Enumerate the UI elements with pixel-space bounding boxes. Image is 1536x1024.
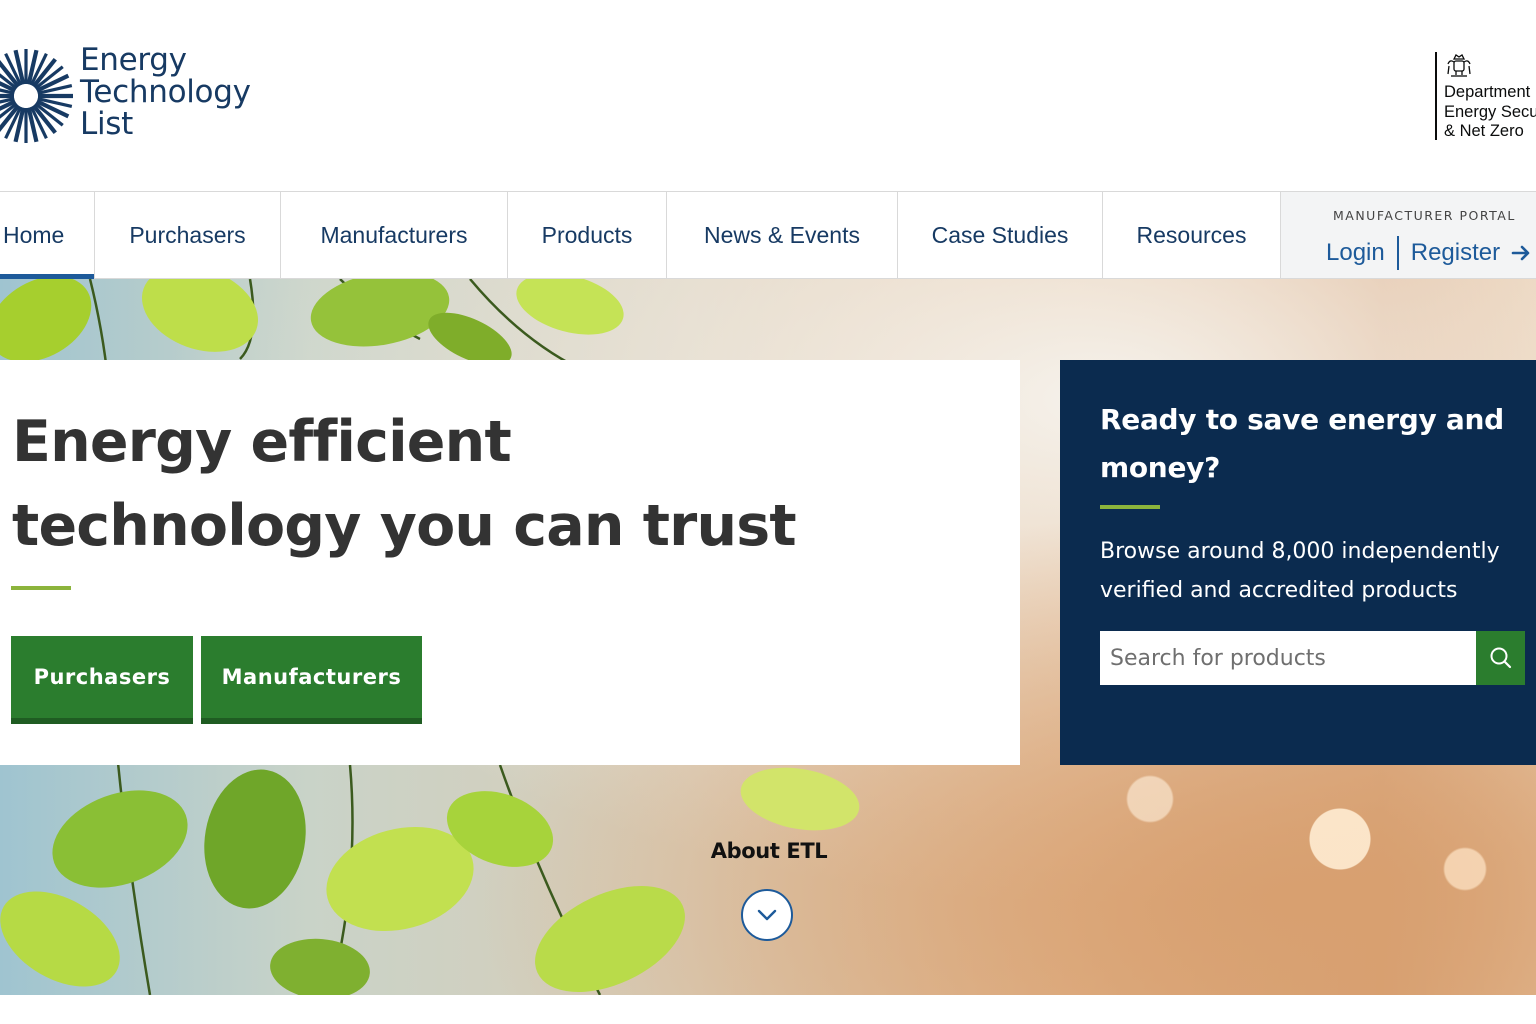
etl-logo[interactable]: Energy Technology List	[0, 44, 251, 148]
nav-case-studies-label: Case Studies	[931, 221, 1069, 248]
hero-title: Energy efficient technology you can trus…	[12, 400, 797, 568]
arrow-right-icon	[1511, 245, 1530, 261]
about-etl-label[interactable]: About ETL	[0, 839, 1536, 863]
dept-logo[interactable]: Department Energy Secu & Net Zero	[1435, 52, 1536, 140]
purchasers-button-label: Purchasers	[33, 665, 171, 689]
portal-divider	[1396, 236, 1399, 270]
royal-crest-icon	[1447, 54, 1471, 77]
register-label: Register	[1410, 239, 1501, 266]
logo-line-1: Energy	[80, 42, 187, 78]
search-icon	[1490, 647, 1511, 669]
chevron-down-icon	[757, 909, 777, 921]
nav-resources-label: Resources	[1136, 221, 1247, 248]
about-scroll-button[interactable]	[741, 889, 793, 941]
dept-line-3: & Net Zero	[1444, 122, 1524, 140]
logo-text: Energy Technology List	[80, 44, 251, 140]
nav-products-label: Products	[541, 221, 633, 248]
manufacturers-button[interactable]: Manufacturers	[201, 636, 422, 724]
about-etl-text: About ETL	[710, 839, 828, 863]
search-panel-title: Ready to save energy and money?	[1100, 403, 1504, 484]
nav-products[interactable]: Products	[508, 192, 667, 278]
hero-section: Energy efficient technology you can trus…	[0, 279, 1536, 995]
nav-news-events[interactable]: News & Events	[667, 192, 898, 278]
nav-home[interactable]: Home	[0, 192, 95, 279]
nav-manufacturers[interactable]: Manufacturers	[281, 192, 508, 278]
hero-title-line-1: Energy efficient	[12, 409, 512, 475]
login-link[interactable]: Login	[1326, 239, 1385, 267]
nav-home-label: Home	[3, 221, 65, 248]
search-panel-text: Browse around 8,000 independently verifi…	[1100, 539, 1500, 603]
portal-label: MANUFACTURER PORTAL	[1333, 208, 1516, 223]
logo-line-3: List	[80, 106, 133, 142]
dept-line-1: Department	[1444, 83, 1531, 101]
search-panel: Ready to save energy and money? Browse a…	[1060, 360, 1536, 765]
purchasers-button[interactable]: Purchasers	[11, 636, 193, 724]
product-search-input[interactable]	[1100, 631, 1476, 685]
manufacturers-button-label: Manufacturers	[221, 665, 402, 689]
nav-news-events-label: News & Events	[704, 221, 860, 248]
hero-card: Energy efficient technology you can trus…	[0, 360, 1020, 765]
nav-purchasers[interactable]: Purchasers	[95, 192, 281, 278]
manufacturer-portal: MANUFACTURER PORTAL Login Register	[1281, 192, 1536, 278]
main-nav: Home Purchasers Manufacturers Products N…	[0, 191, 1536, 279]
nav-purchasers-label: Purchasers	[129, 221, 246, 248]
dept-line-2: Energy Secu	[1444, 102, 1536, 121]
sunburst-logo-icon	[0, 49, 73, 143]
hero-title-line-2: technology you can trust	[12, 493, 797, 559]
nav-case-studies[interactable]: Case Studies	[898, 192, 1103, 278]
logo-line-2: Technology	[80, 74, 251, 110]
search-panel-accent-line	[1100, 505, 1160, 509]
portal-links: Login Register	[1326, 236, 1532, 270]
search-button[interactable]	[1476, 631, 1525, 685]
nav-manufacturers-label: Manufacturers	[320, 221, 468, 248]
register-link[interactable]: Register	[1411, 239, 1532, 267]
hero-accent-line	[11, 586, 71, 590]
nav-resources[interactable]: Resources	[1103, 192, 1281, 278]
